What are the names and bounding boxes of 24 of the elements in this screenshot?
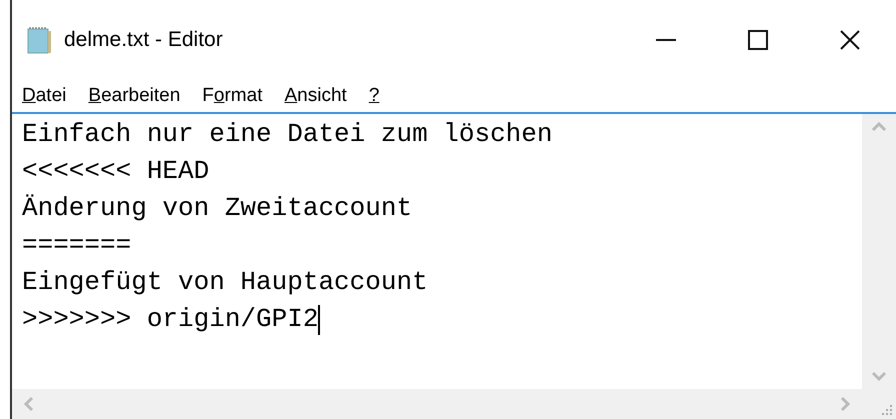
text-line: Änderung von Zweitaccount bbox=[22, 192, 412, 225]
text-line: Einfach nur eine Datei zum löschen bbox=[22, 118, 552, 151]
text-line: ======= bbox=[22, 229, 132, 262]
text-cursor bbox=[318, 304, 320, 334]
scroll-left-icon[interactable] bbox=[24, 396, 34, 412]
menu-item[interactable]: Datei bbox=[22, 82, 66, 110]
text-line: <<<<<<< HEAD bbox=[22, 155, 210, 188]
notepad-icon bbox=[26, 26, 52, 54]
window-title: delme.txt - Editor bbox=[64, 27, 223, 54]
menu-item[interactable]: ? bbox=[368, 82, 380, 110]
resize-grip-icon[interactable] bbox=[880, 403, 892, 415]
scroll-right-icon[interactable] bbox=[840, 396, 850, 412]
scroll-down-icon[interactable] bbox=[871, 371, 887, 381]
maximize-icon bbox=[748, 30, 768, 50]
menu-item[interactable]: Ansicht bbox=[284, 82, 347, 110]
text-area[interactable]: Einfach nur eine Datei zum löschen <<<<<<< HEAD Änderung von Zweitaccount ======= Eingefügt von Hauptaccount >>>>>>> origin/GPI2 bbox=[12, 114, 862, 389]
text-line: Eingefügt von Hauptaccount bbox=[22, 266, 428, 299]
vertical-scrollbar[interactable] bbox=[862, 114, 896, 389]
menu-item[interactable]: Bearbeiten bbox=[88, 82, 180, 110]
text-line: >>>>>>> origin/GPI2 bbox=[22, 303, 318, 336]
close-icon bbox=[840, 30, 860, 50]
scroll-up-icon[interactable] bbox=[871, 122, 887, 132]
menu-item[interactable]: Format bbox=[202, 82, 262, 110]
minimize-icon bbox=[656, 39, 676, 41]
